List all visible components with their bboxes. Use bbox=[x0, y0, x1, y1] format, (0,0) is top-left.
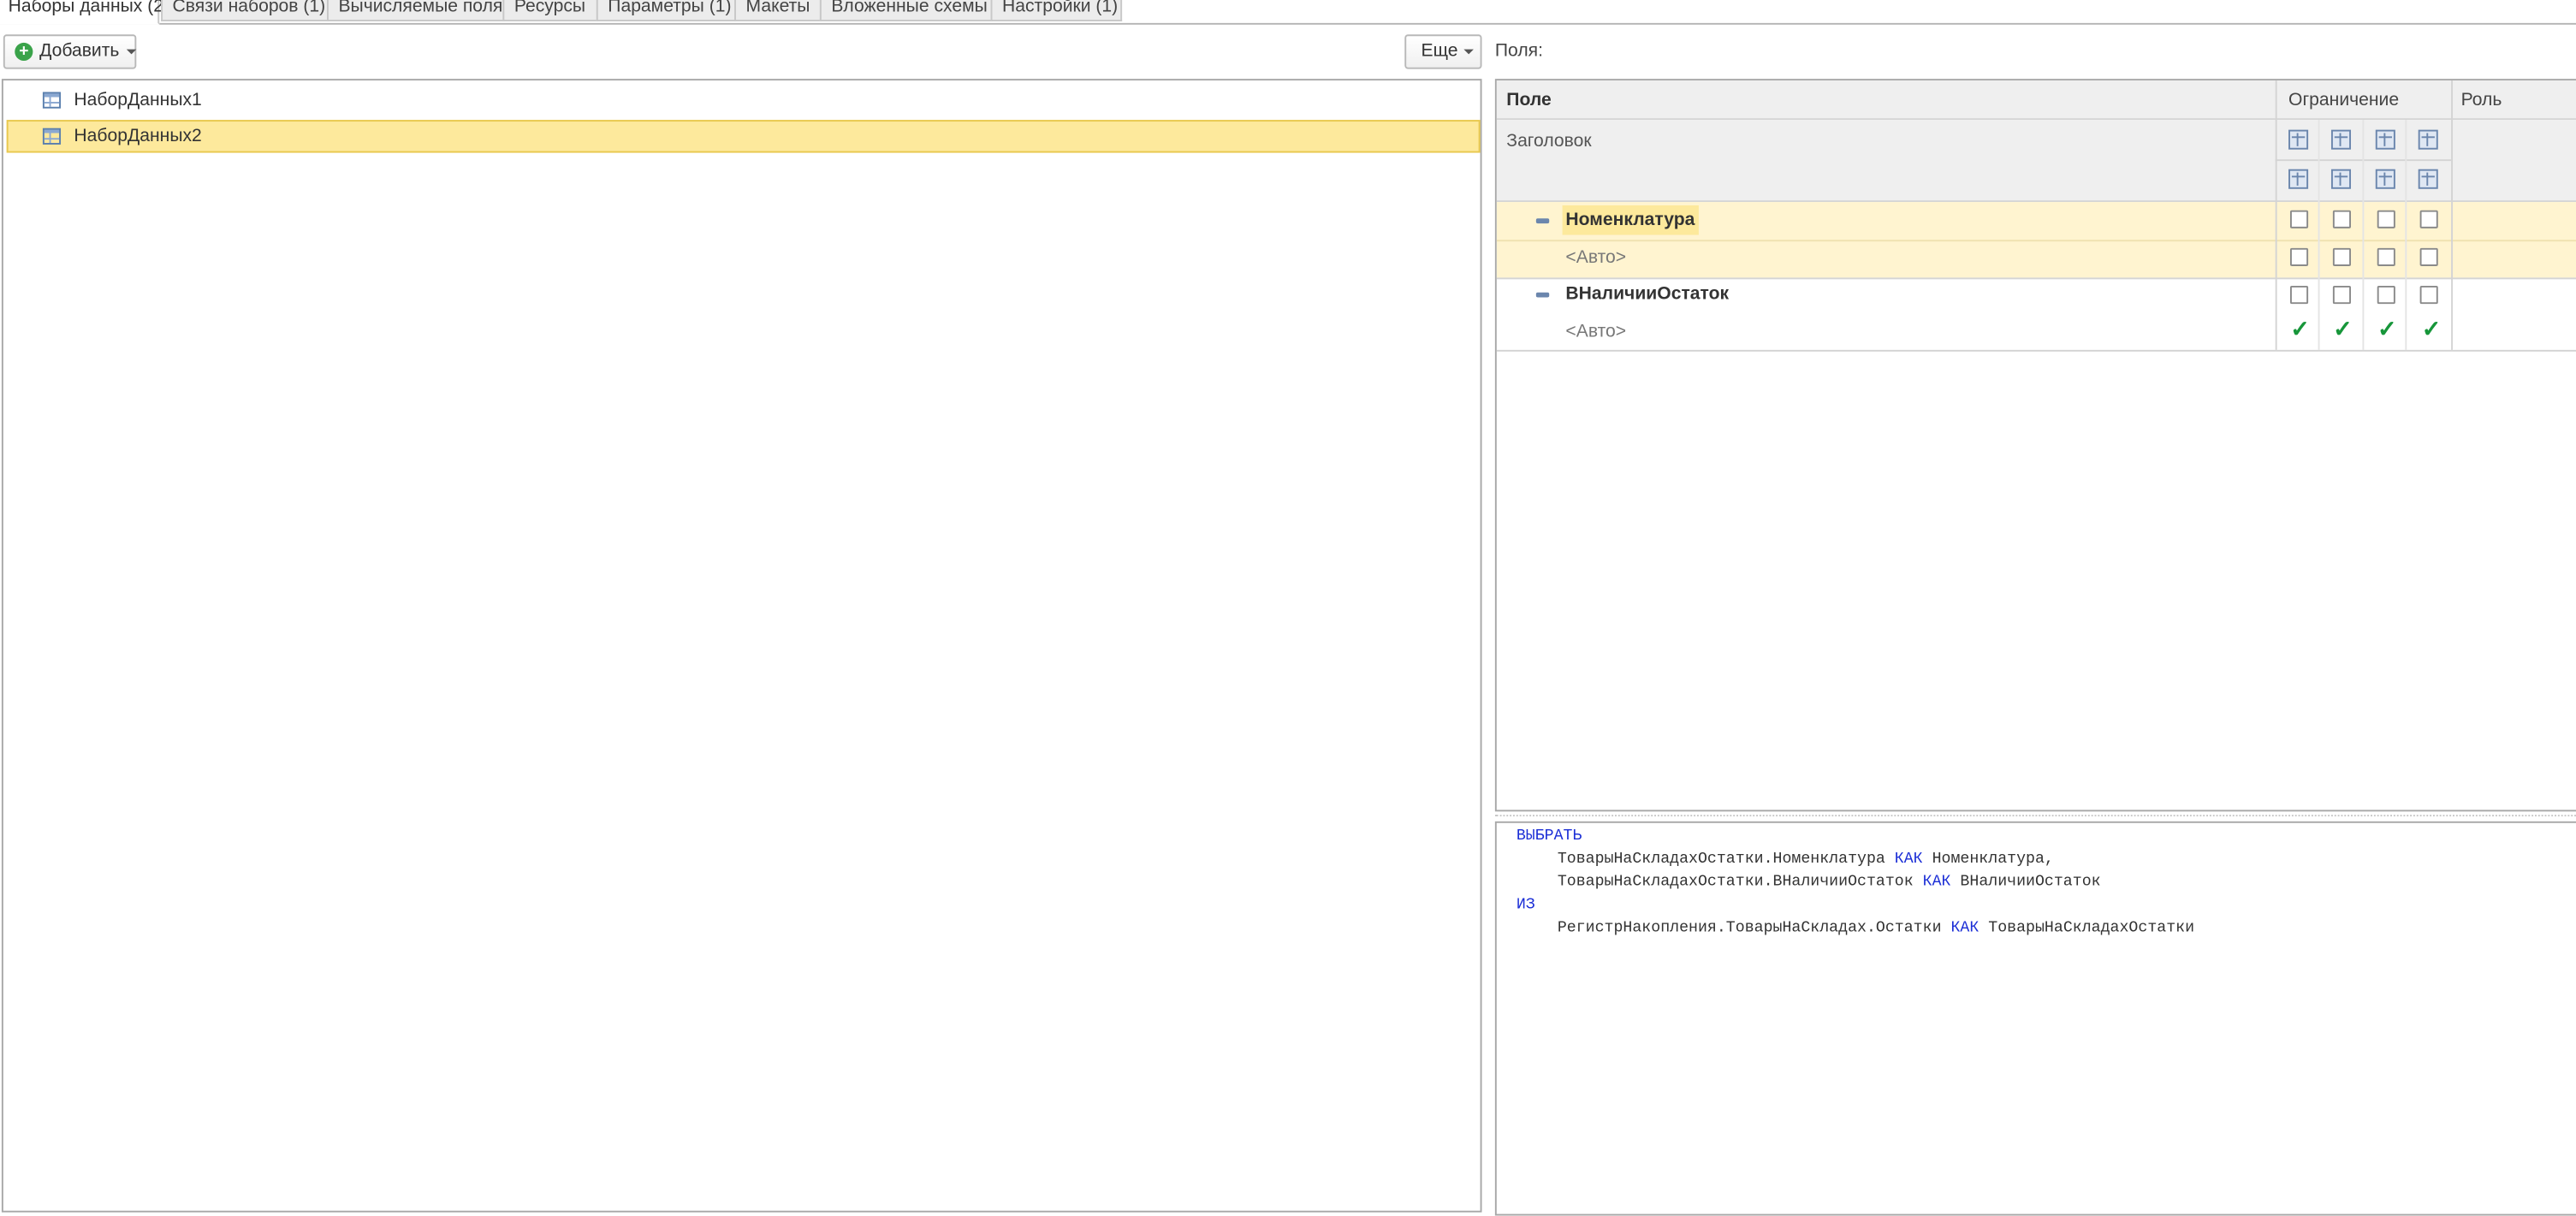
query-keyword: ИЗ bbox=[1516, 895, 1535, 914]
restrict-field-icon bbox=[2288, 129, 2309, 150]
checkmark-icon[interactable]: ✓ bbox=[2331, 317, 2354, 340]
divider bbox=[1496, 349, 2576, 352]
checkbox[interactable] bbox=[2332, 247, 2352, 266]
divider bbox=[1496, 240, 2576, 242]
field-name[interactable]: Номенклатура bbox=[1562, 205, 1699, 235]
tab-settings[interactable]: Настройки (1) bbox=[990, 0, 1123, 21]
field-title[interactable]: <Авто> bbox=[1565, 243, 1626, 273]
checkbox[interactable] bbox=[2377, 247, 2395, 266]
column-header-role[interactable]: Роль bbox=[2461, 91, 2502, 110]
tab-dataset-links[interactable]: Связи наборов (1) bbox=[161, 0, 329, 21]
checkbox[interactable] bbox=[2419, 210, 2438, 228]
query-keyword: ВЫБРАТЬ bbox=[1516, 826, 1582, 845]
query-editor[interactable]: ВЫБРАТЬ ТоварыНаСкладахОстатки.Номенклат… bbox=[1494, 821, 2576, 1216]
checkbox[interactable] bbox=[2332, 286, 2352, 305]
column-header-field[interactable]: Поле bbox=[1506, 91, 1551, 110]
divider bbox=[2362, 120, 2365, 350]
tab-parameters[interactable]: Параметры (1) bbox=[596, 0, 736, 21]
query-keyword: КАК bbox=[1894, 849, 1923, 868]
table-icon bbox=[42, 92, 62, 109]
query-line: РегистрНакопления.ТоварыНаСкладах.Остатк… bbox=[1558, 918, 2194, 936]
query-line: ВЫБРАТЬ bbox=[1517, 827, 1582, 845]
field-name[interactable]: ВНаличииОстаток bbox=[1565, 279, 1729, 309]
restrict-condition-icon bbox=[2330, 129, 2352, 150]
tab-calculated-fields[interactable]: Вычисляемые поля bbox=[327, 0, 505, 21]
chevron-down-icon bbox=[126, 48, 136, 54]
more-button[interactable]: Еще bbox=[1404, 34, 1482, 69]
query-text: ТоварыНаСкладахОстатки.ВНаличииОстаток bbox=[1557, 872, 1923, 891]
collapse-icon[interactable] bbox=[1535, 218, 1550, 224]
query-text: Номенклатура, bbox=[1922, 849, 2054, 868]
field-title[interactable]: <Авто> bbox=[1565, 317, 1626, 347]
restrict-condition-icon bbox=[2330, 169, 2352, 189]
divider bbox=[2451, 80, 2454, 350]
tab-bar: Наборы данных (2) Связи наборов (1) Вычи… bbox=[0, 0, 2576, 25]
checkbox[interactable] bbox=[2289, 286, 2309, 305]
fields-table[interactable]: Поле Ограничение Роль Заголовок Номенкла… bbox=[1494, 79, 2576, 812]
query-keyword: КАК bbox=[1950, 918, 1979, 937]
query-text: ВНаличииОстаток bbox=[1950, 872, 2101, 891]
fields-caption: Поля: bbox=[1494, 40, 1543, 62]
checkbox[interactable] bbox=[2377, 210, 2395, 228]
tab-nested-schemas[interactable]: Вложенные схемы bbox=[819, 0, 993, 21]
query-keyword: КАК bbox=[1922, 872, 1951, 891]
tree-item-label: НаборДанных2 bbox=[74, 126, 202, 146]
divider bbox=[2405, 120, 2407, 350]
splitter[interactable] bbox=[1494, 815, 2576, 818]
checkbox[interactable] bbox=[2377, 286, 2395, 305]
restrict-order-icon bbox=[2418, 169, 2438, 189]
tab-templates[interactable]: Макеты bbox=[734, 0, 822, 21]
add-button[interactable]: + Добавить bbox=[3, 34, 137, 69]
more-button-label: Еще bbox=[1421, 40, 1458, 62]
query-text: РегистрНакопления.ТоварыНаСкладах.Остатк… bbox=[1557, 918, 1951, 937]
tree-item-label: НаборДанных1 bbox=[74, 90, 202, 110]
query-line: ИЗ bbox=[1517, 895, 1535, 913]
add-button-label: Добавить bbox=[39, 40, 120, 62]
tab-datasets[interactable]: Наборы данных (2) bbox=[0, 0, 169, 25]
restrict-field-icon bbox=[2288, 169, 2309, 189]
restrict-group-icon bbox=[2375, 129, 2395, 150]
divider bbox=[2275, 80, 2277, 350]
restrict-order-icon bbox=[2418, 129, 2438, 150]
checkbox[interactable] bbox=[2289, 247, 2309, 266]
subheader-title: Заголовок bbox=[1506, 131, 1592, 151]
checkbox[interactable] bbox=[2332, 210, 2352, 228]
checkmark-icon[interactable]: ✓ bbox=[2376, 317, 2399, 340]
query-line: ТоварыНаСкладахОстатки.ВНаличииОстаток К… bbox=[1558, 872, 2101, 890]
checkbox[interactable] bbox=[2289, 210, 2309, 228]
tab-resources[interactable]: Ресурсы bbox=[502, 0, 598, 21]
tree-item-dataset2[interactable]: НаборДанных2 bbox=[6, 120, 1481, 153]
query-text: ТоварыНаСкладахОстатки bbox=[1979, 918, 2195, 937]
query-line: ТоварыНаСкладахОстатки.Номенклатура КАК … bbox=[1558, 849, 2054, 867]
checkbox[interactable] bbox=[2419, 286, 2438, 305]
divider bbox=[2318, 120, 2320, 350]
checkbox[interactable] bbox=[2419, 247, 2438, 266]
tree-item-dataset1[interactable]: НаборДанных1 bbox=[7, 84, 1481, 116]
add-icon: + bbox=[15, 42, 33, 61]
restrict-group-icon bbox=[2375, 169, 2395, 189]
collapse-icon[interactable] bbox=[1535, 292, 1550, 298]
datasets-tree[interactable]: НаборДанных1 НаборДанных2 bbox=[1, 79, 1482, 1213]
table-header bbox=[1496, 80, 2576, 121]
checkmark-icon[interactable]: ✓ bbox=[2420, 317, 2443, 340]
table-icon bbox=[42, 128, 62, 145]
chevron-down-icon bbox=[1464, 48, 1475, 54]
checkmark-icon[interactable]: ✓ bbox=[2288, 317, 2312, 340]
column-header-restriction[interactable]: Ограничение bbox=[2288, 91, 2399, 110]
query-text: ТоварыНаСкладахОстатки.Номенклатура bbox=[1557, 849, 1895, 868]
